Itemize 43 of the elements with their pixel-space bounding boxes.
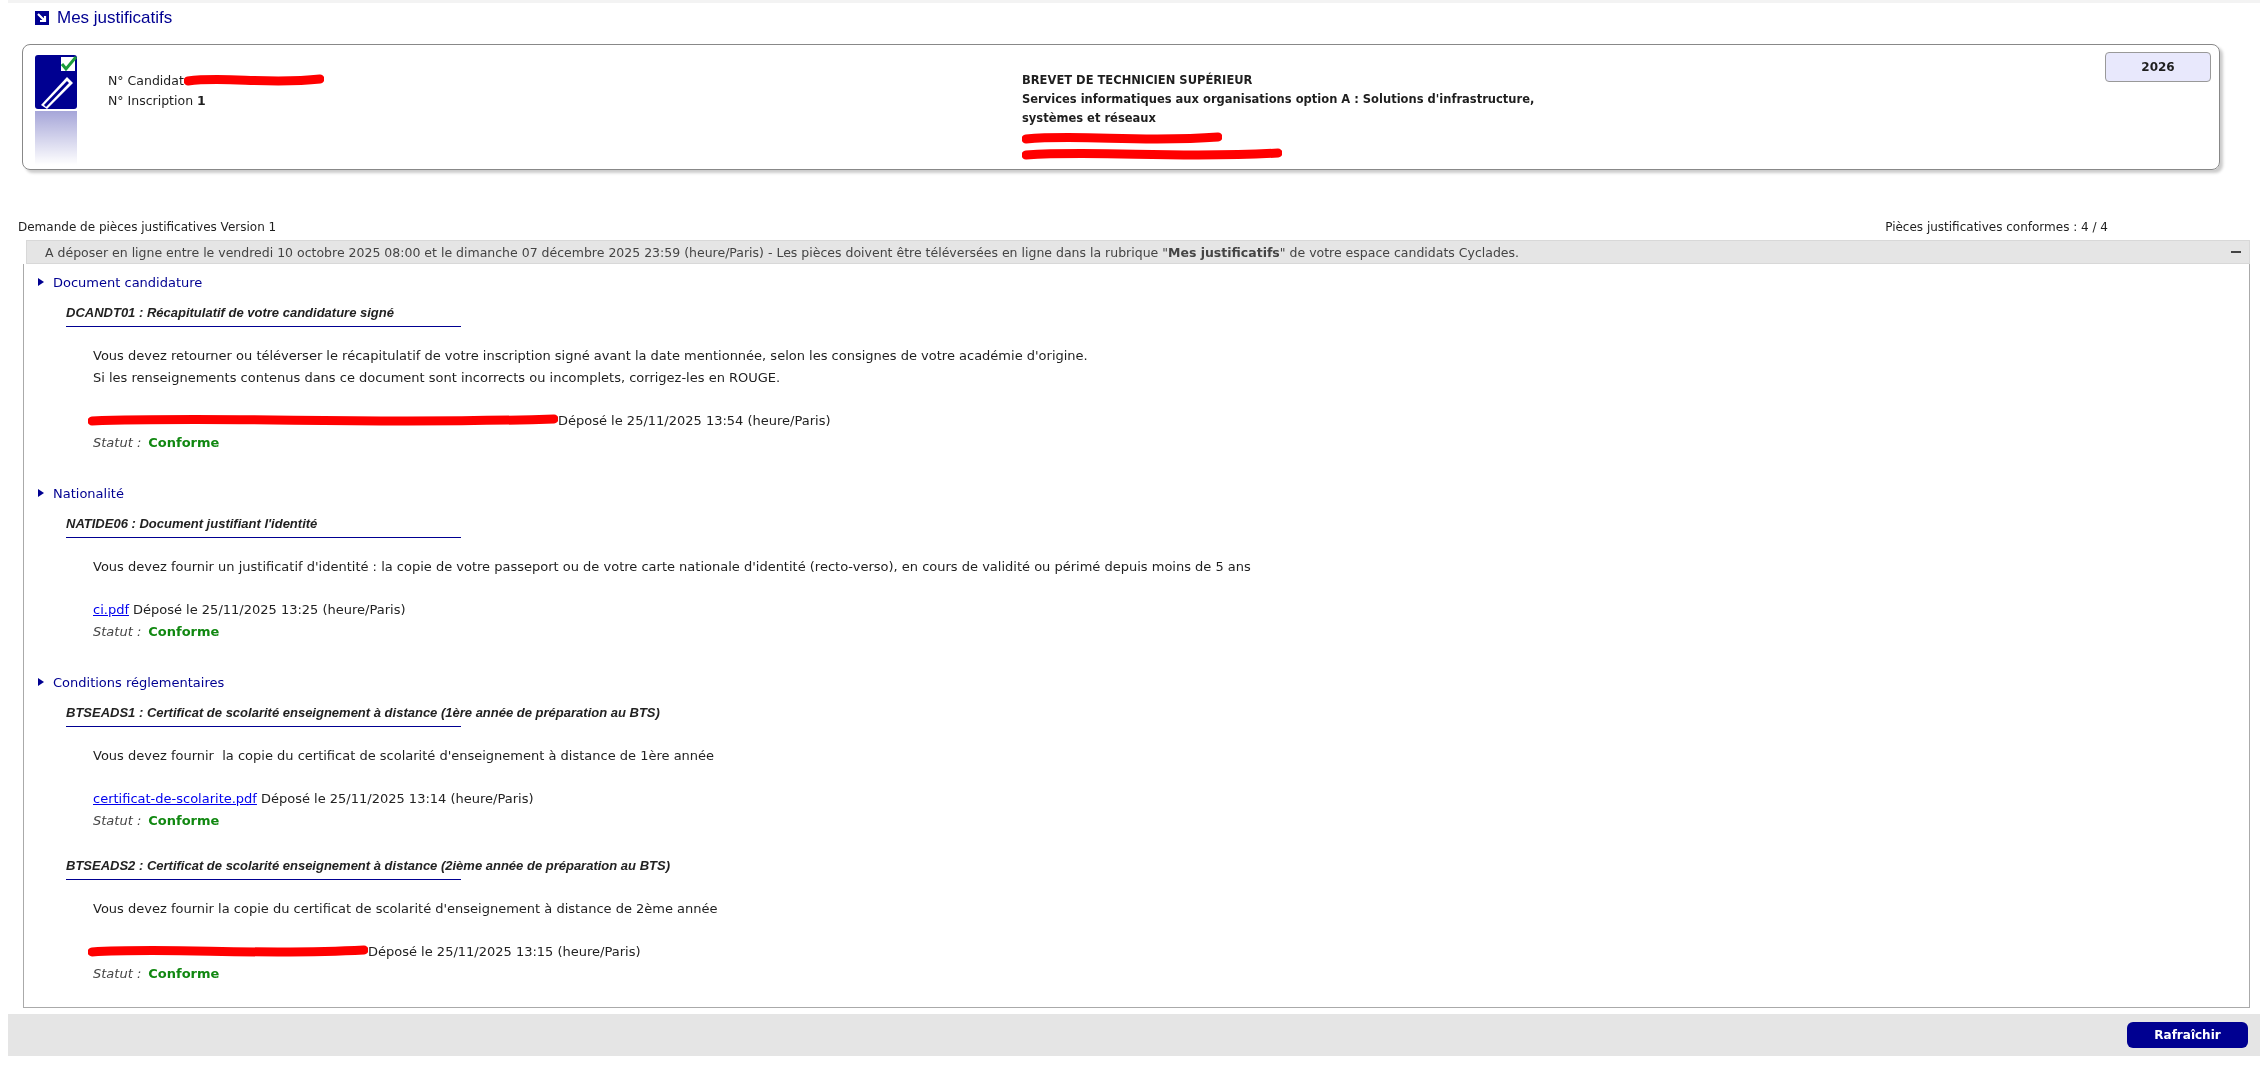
status-label: Statut : <box>93 966 142 981</box>
description-text: Vous devez fournir la copie du certificat de scolarité d'enseignement à distance de 1ère année <box>93 747 716 765</box>
candidate-label: N° Candidat <box>108 72 184 88</box>
status-value: Conforme <box>148 966 220 981</box>
specialty-text: systèmes et réseaux <box>1022 110 1157 127</box>
inscription-number: 1 <box>197 92 206 108</box>
status-label: Statut : <box>93 624 142 639</box>
page-title: Mes justificatifs <box>57 8 173 28</box>
status-value: Conforme <box>148 624 220 639</box>
request-title: Demande de pièces justificatives Version 1 <box>18 220 277 236</box>
deposit-date: Déposé le 25/11/2025 13:15 (heure/Paris) <box>368 943 641 959</box>
status-value: Conforme <box>148 813 220 828</box>
document-title: NATIDE06 : Document justifiant l'identité <box>66 515 318 533</box>
deposit-date: Déposé le 25/11/2025 13:14 (heure/Paris) <box>260 790 534 806</box>
description-text: Si les renseignements contenus dans ce document sont incorrects ou incomplets, corrigez-les en ROUGE. <box>93 369 782 387</box>
arrow-icon <box>35 11 49 25</box>
triangle-icon <box>38 278 44 286</box>
deposit-date: Déposé le 25/11/2025 13:25 (heure/Paris) <box>133 601 406 617</box>
triangle-icon <box>38 678 44 686</box>
deadline-text: A déposer en ligne entre le vendredi 10 octobre 2025 08:00 et le dimanche 07 décembre 2025 23:59 (heure/Paris) - Les pièces doivent être téléversées en ligne dans la rubrique "Mes justificatifs" de votre espace candidats Cyclades. <box>45 244 1520 260</box>
document-pencil-icon <box>35 55 79 165</box>
section-heading[interactable]: Conditions réglementaires <box>53 674 225 690</box>
document-title: DCANDT01 : Récapitulatif de votre candidature signé <box>66 304 394 322</box>
exam-title: BREVET DE TECHNICIEN SUPÉRIEUR <box>1022 71 1254 89</box>
deposit-date: Déposé le 25/11/2025 13:54 (heure/Paris) <box>558 412 831 428</box>
description-text: Vous devez retourner ou téléverser le récapitulatif de votre inscription signé avant la date mentionnée, selon les consignes de votre académie d'origine. <box>93 347 1089 365</box>
triangle-icon <box>38 489 44 497</box>
status-label: Statut : <box>93 435 142 450</box>
status-label: Statut : <box>93 813 142 828</box>
year-badge: 2026 <box>2105 52 2211 82</box>
refresh-button[interactable]: Rafraîchir <box>2127 1022 2248 1048</box>
document-title: BTSEADS1 : Certificat de scolarité enseignement à distance (1ère année de préparation au BTS) <box>66 704 660 722</box>
description-text: Vous devez fournir un justificatif d'identité : la copie de votre passeport ou de votre carte nationale d'identité (recto-verso), en cours de validité ou périmé depuis moins de 5 ans <box>93 558 1252 576</box>
file-link[interactable]: ci.pdf <box>93 601 129 617</box>
section-heading[interactable]: Document candidature <box>53 274 203 290</box>
file-link[interactable]: certificat-de-scolarite.pdf <box>93 790 257 806</box>
status-value: Conforme <box>148 435 220 450</box>
inscription-label: N° Inscription <box>108 92 194 108</box>
specialty-text: Services informatiques aux organisations option A : Solutions d'infrastructure, <box>1022 91 1536 108</box>
section-heading[interactable]: Nationalité <box>53 485 124 501</box>
description-text: Vous devez fournir la copie du certificat de scolarité d'enseignement à distance de 2ème année <box>93 900 719 918</box>
document-title: BTSEADS2 : Certificat de scolarité enseignement à distance (2ième année de préparation au BTS) <box>66 857 670 875</box>
compliance-count: Pièces justificatives conformes : 4 / 4 <box>1885 220 2108 236</box>
